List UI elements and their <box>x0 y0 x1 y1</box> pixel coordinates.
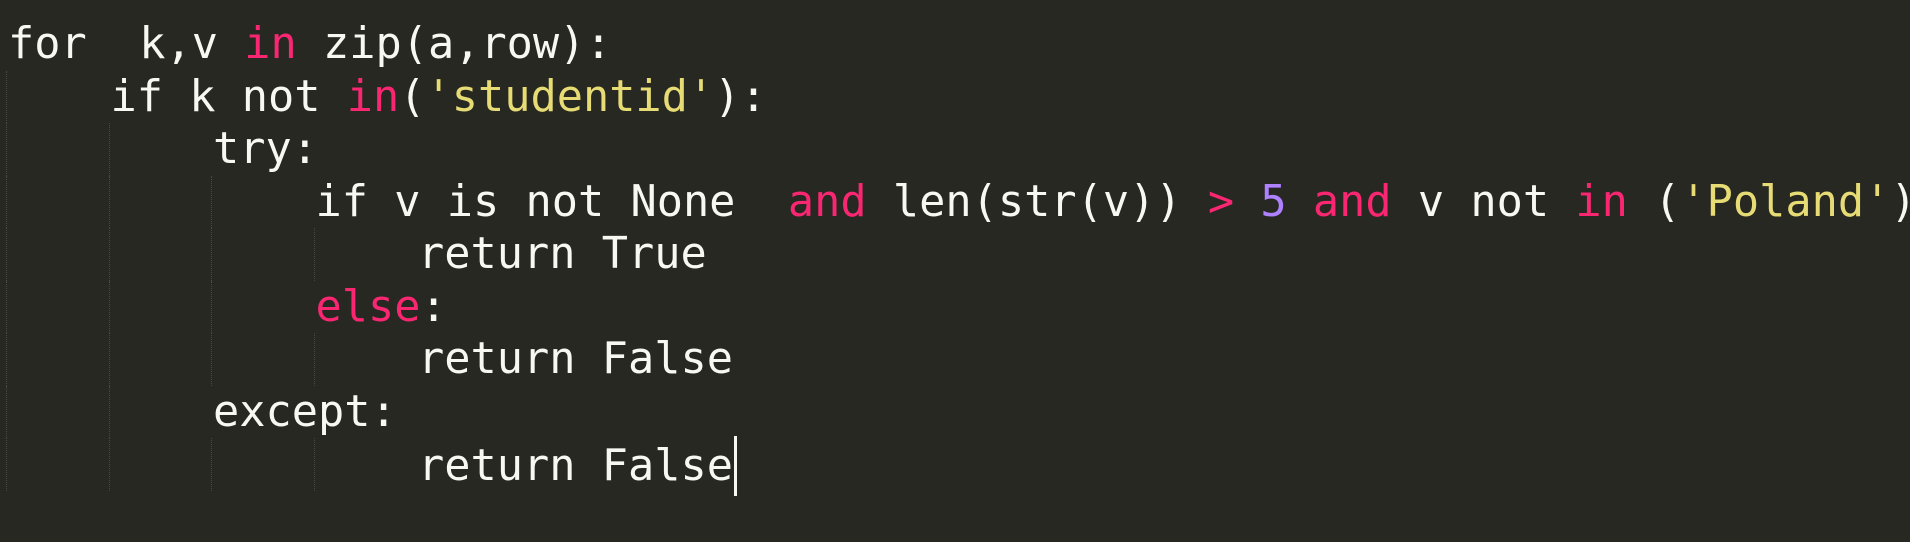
code-line-content: return False <box>8 334 733 384</box>
code-editor[interactable]: for k,v in zip(a,row): if k not in('stude… <box>0 0 1910 542</box>
code-token-str: 'studentid' <box>425 71 715 122</box>
code-token-num: 5 <box>1260 176 1287 227</box>
indent-guide <box>6 123 7 176</box>
indent-guide <box>211 228 212 281</box>
indent-guide <box>108 438 110 491</box>
code-area[interactable]: for k,v in zip(a,row): if k not in('stude… <box>6 18 1910 496</box>
code-token-kw: and <box>787 176 867 227</box>
code-line-content: if k not in('studentid'): <box>8 72 767 122</box>
code-token-plain: for k,v <box>8 19 245 69</box>
code-line[interactable]: return False <box>6 333 1910 386</box>
code-line[interactable]: try: <box>6 123 1910 176</box>
indent-guide <box>6 280 7 333</box>
indent-guide <box>211 175 212 228</box>
indent-guide <box>6 70 7 123</box>
code-token-kw: > <box>1207 176 1235 227</box>
indent-guide <box>313 438 315 491</box>
code-token-plain: v not <box>1391 176 1576 227</box>
code-line[interactable]: if v is not None and len(str(v)) > 5 and… <box>6 175 1910 228</box>
indent-guide <box>108 123 110 176</box>
indent-guide <box>108 333 110 386</box>
code-token-plain: try: <box>213 124 318 174</box>
code-line-content: except: <box>8 387 397 437</box>
indent-guide <box>6 228 7 281</box>
code-line[interactable]: for k,v in zip(a,row): <box>8 18 1910 71</box>
indent-guide <box>211 438 212 491</box>
code-token-plain: return False <box>418 441 733 491</box>
code-token-plain: zip(a,row): <box>296 19 612 69</box>
code-token-kw: in <box>346 71 400 122</box>
code-token-plain: return True <box>418 229 707 279</box>
code-token-kw: and <box>1312 176 1392 227</box>
text-cursor <box>733 436 737 496</box>
code-token-plain: return False <box>418 334 733 384</box>
code-token-plain: : <box>420 281 447 332</box>
indent-guide <box>313 228 315 281</box>
code-line[interactable]: else: <box>6 280 1910 333</box>
code-token-plain: if v is not None <box>315 176 788 227</box>
code-line[interactable]: return True <box>6 228 1910 281</box>
indent-guide <box>6 385 7 438</box>
indent-guide <box>313 333 315 386</box>
code-token-plain: ): <box>1890 177 1910 227</box>
code-token-plain: len(str(v)) <box>866 176 1208 227</box>
code-line[interactable]: if k not in('studentid'): <box>6 70 1910 123</box>
code-token-str: 'Poland' <box>1680 176 1891 227</box>
code-line-content: try: <box>8 124 318 174</box>
code-line[interactable]: except: <box>6 385 1910 438</box>
code-token-plain: ): <box>714 71 767 122</box>
code-token-kw: in <box>244 19 297 69</box>
code-token-plain: ( <box>399 71 426 122</box>
code-token-plain: except: <box>213 386 397 437</box>
code-line-content: if v is not None and len(str(v)) > 5 and… <box>8 177 1910 227</box>
code-token-plain: if k not <box>110 71 347 122</box>
indent-guide <box>211 333 212 386</box>
code-line-content: for k,v in zip(a,row): <box>8 19 612 69</box>
code-line-content: else: <box>8 282 447 332</box>
indent-guide <box>108 385 110 438</box>
indent-guide <box>6 175 7 228</box>
code-line-content: return False <box>8 436 737 496</box>
code-token-plain: ( <box>1627 176 1681 227</box>
code-token-kw: in <box>1575 176 1628 227</box>
indent-guide <box>211 280 212 333</box>
code-token-kw: else <box>315 281 421 332</box>
indent-guide <box>108 175 110 228</box>
indent-guide <box>108 280 110 333</box>
indent-guide <box>6 333 7 386</box>
indent-guide <box>6 438 7 491</box>
code-line-content: return True <box>8 229 707 279</box>
indent-guide <box>108 228 110 281</box>
code-line[interactable]: return False <box>6 436 1910 496</box>
